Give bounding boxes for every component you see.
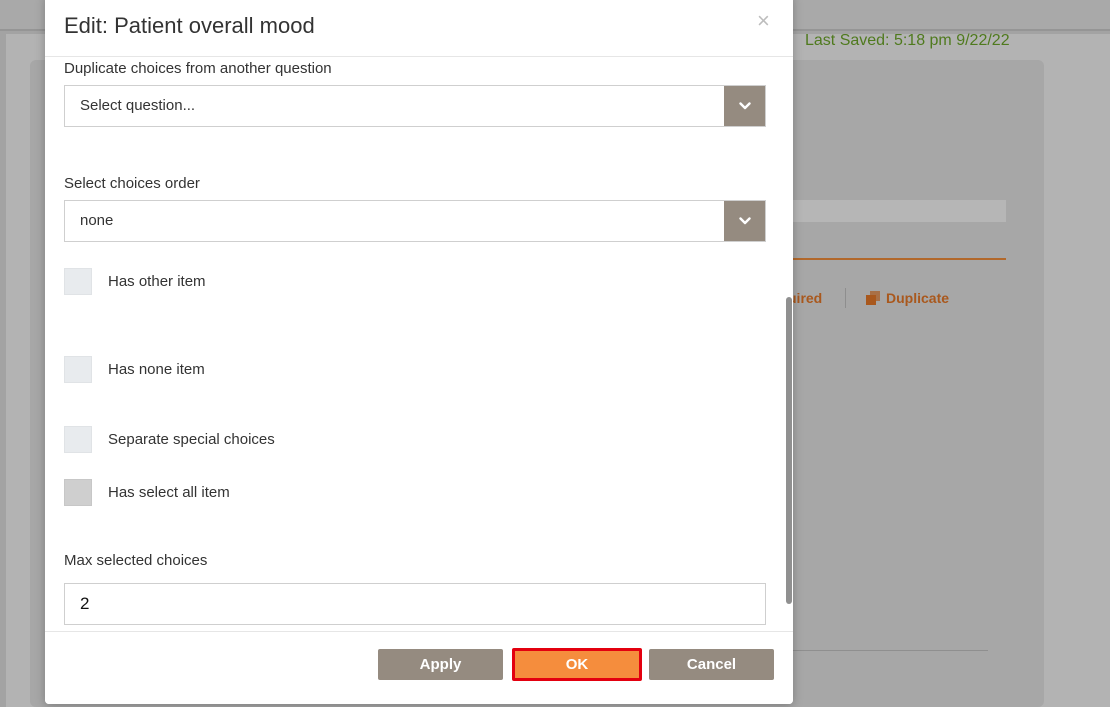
has-none-item-label: Has none item — [108, 361, 205, 378]
has-select-all-item-option[interactable]: Has select all item — [64, 479, 230, 506]
background-duplicate-button: Duplicate — [866, 290, 949, 306]
has-select-all-item-label: Has select all item — [108, 484, 230, 501]
max-selected-choices-label: Max selected choices — [64, 552, 208, 569]
duplicate-choices-select[interactable]: Select question... — [64, 85, 766, 127]
separate-special-choices-checkbox[interactable] — [64, 426, 92, 453]
has-none-item-option[interactable]: Has none item — [64, 356, 205, 383]
choices-order-select[interactable]: none — [64, 200, 766, 242]
last-saved-status: Last Saved: 5:18 pm 9/22/22 — [805, 32, 1010, 49]
edit-question-dialog: Edit: Patient overall mood × Duplicate c… — [45, 0, 793, 704]
separate-special-choices-option[interactable]: Separate special choices — [64, 426, 275, 453]
has-other-item-checkbox[interactable] — [64, 268, 92, 295]
dialog-scrollbar[interactable] — [786, 297, 792, 604]
has-none-item-checkbox[interactable] — [64, 356, 92, 383]
choices-order-label: Select choices order — [64, 175, 200, 192]
has-other-item-label: Has other item — [108, 273, 206, 290]
duplicate-choices-value: Select question... — [80, 97, 196, 114]
choices-order-value: none — [80, 212, 114, 229]
background-strip — [790, 200, 1006, 222]
separate-special-choices-label: Separate special choices — [108, 431, 275, 448]
duplicate-choices-label: Duplicate choices from another question — [64, 60, 332, 77]
close-icon[interactable]: × — [757, 10, 770, 32]
dialog-title: Edit: Patient overall mood — [64, 13, 315, 38]
apply-button[interactable]: Apply — [378, 649, 503, 680]
background-selected-underline — [790, 258, 1006, 260]
has-other-item-option[interactable]: Has other item — [64, 268, 206, 295]
background-separator — [845, 288, 846, 308]
dialog-footer: Apply OK Cancel — [45, 631, 793, 704]
dialog-header: Edit: Patient overall mood × — [45, 0, 793, 57]
has-select-all-item-checkbox[interactable] — [64, 479, 92, 506]
background-required-toggle: uired — [788, 290, 823, 306]
max-selected-choices-input[interactable] — [64, 583, 766, 625]
chevron-down-icon[interactable] — [724, 201, 765, 241]
chevron-down-icon[interactable] — [724, 86, 765, 126]
background-divider — [790, 650, 988, 651]
cancel-button[interactable]: Cancel — [649, 649, 774, 680]
duplicate-icon — [866, 291, 880, 305]
ok-button[interactable]: OK — [512, 648, 642, 681]
duplicate-label: Duplicate — [886, 290, 950, 306]
